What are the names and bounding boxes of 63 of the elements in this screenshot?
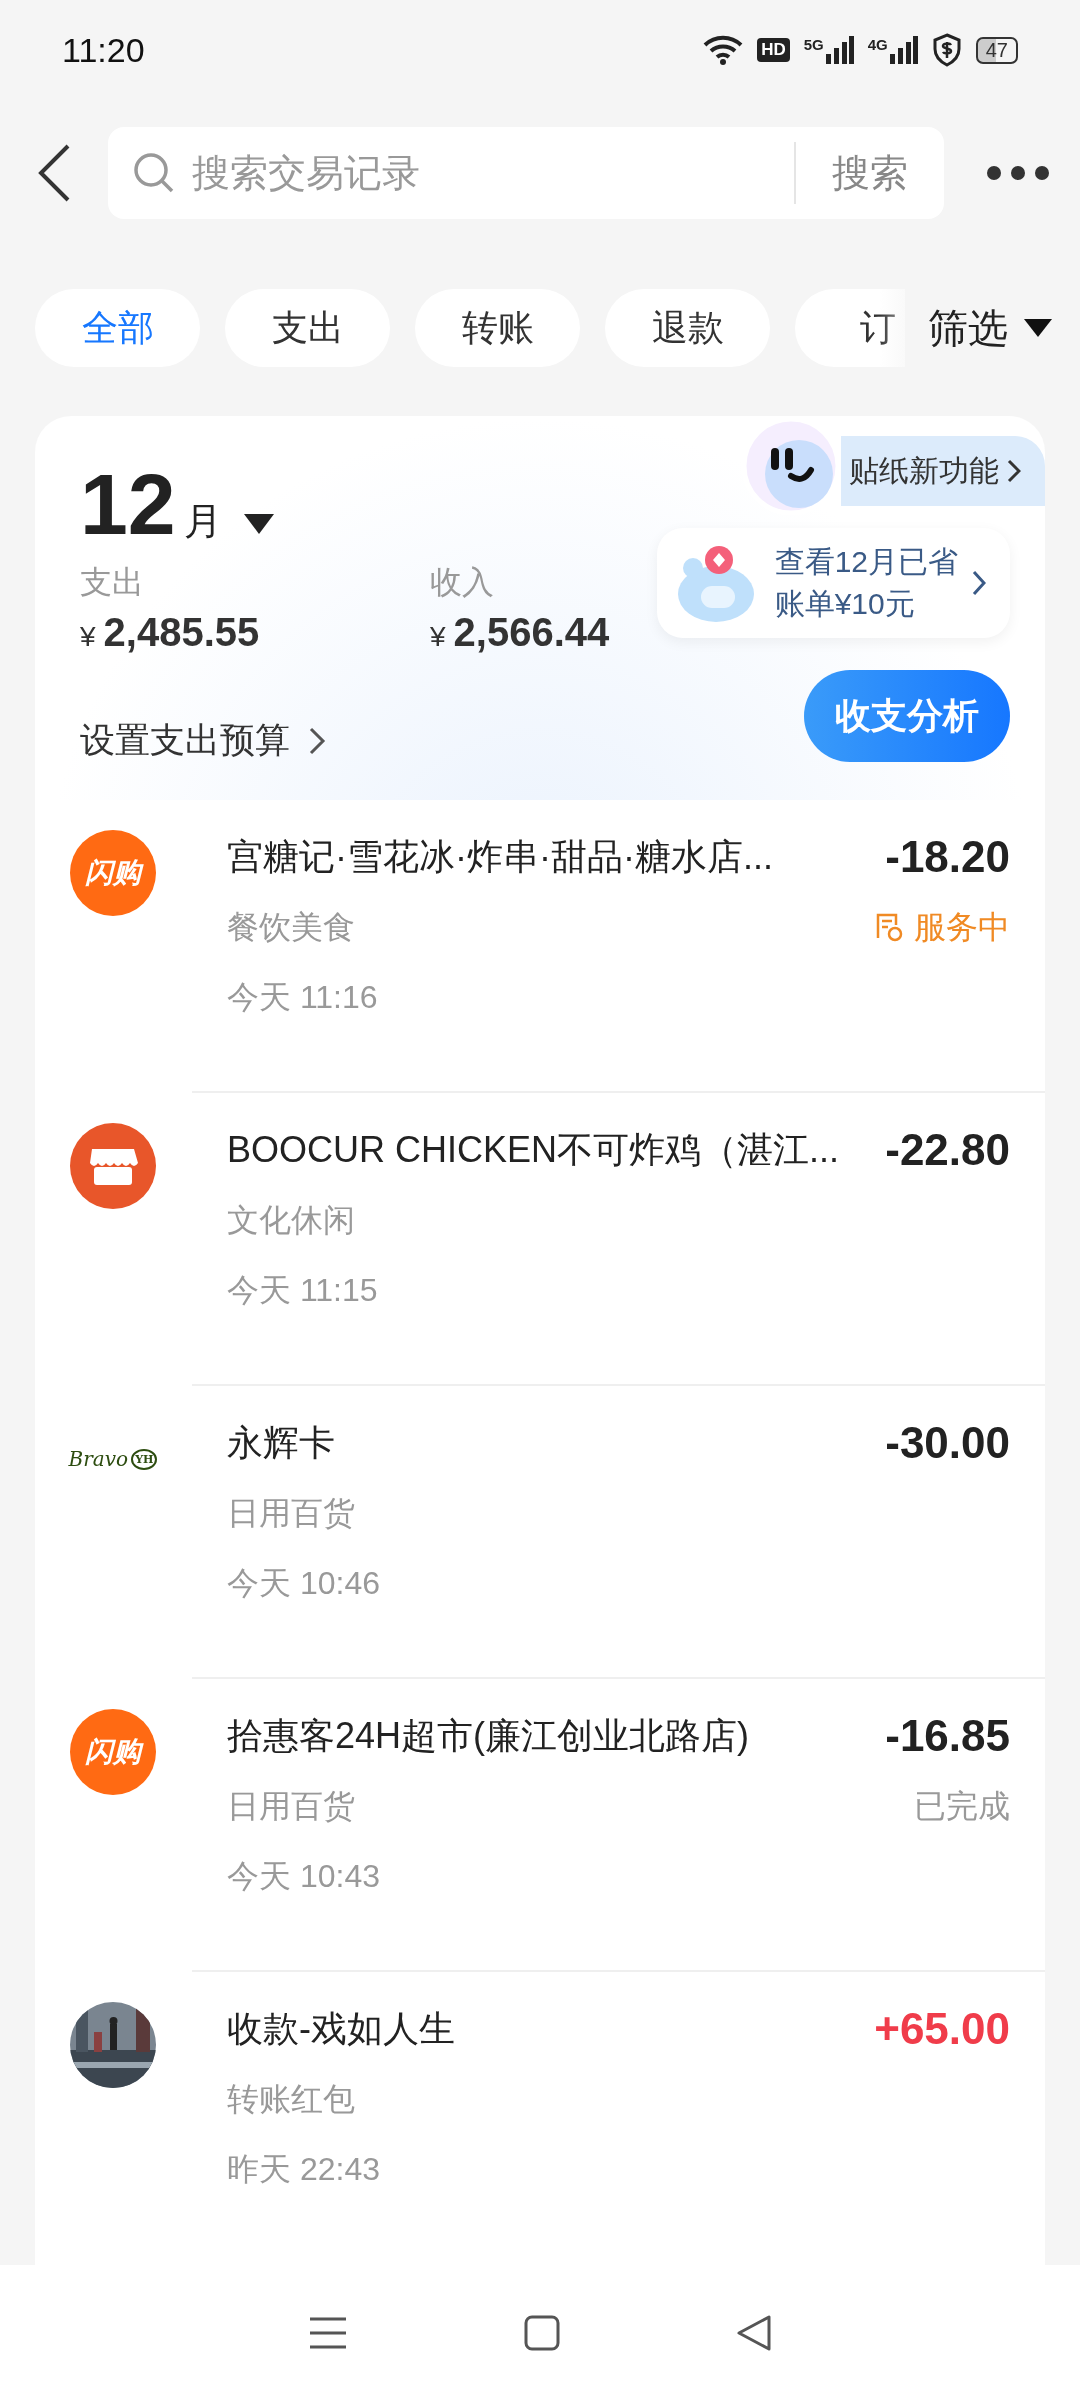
search-button[interactable]: 搜索	[794, 142, 944, 204]
transaction-time: 昨天 22:43	[227, 2150, 381, 2189]
filter-tab[interactable]: 支出	[225, 289, 390, 367]
chevron-icon	[1007, 459, 1021, 483]
transaction-title[interactable]: 宫糖记·雪花冰·炸串·甜品·糖水店...	[227, 822, 874, 892]
transaction-category: 文化休闲	[227, 1201, 356, 1240]
transaction-time: 今天 10:46	[227, 1564, 381, 1603]
shield-icon	[931, 33, 962, 67]
clock-time: 11:20	[62, 30, 146, 70]
transaction-title[interactable]: 拾惠客24H超市(廉江创业北路店)	[227, 1701, 886, 1771]
transaction-amount: -16.85	[885, 1710, 1010, 1762]
menu-icon[interactable]	[308, 2315, 348, 2350]
chevron-icon	[308, 725, 326, 756]
caret-icon[interactable]	[243, 514, 274, 534]
status-label: 服务中	[874, 892, 1010, 962]
chevron-icon	[972, 570, 986, 596]
transaction-time: 今天 11:16	[227, 978, 379, 1017]
transaction-time: 今天 10:43	[227, 1857, 381, 1896]
flash-buy-logo: 闪购	[70, 830, 156, 916]
back-icon[interactable]	[36, 143, 72, 203]
battery-icon: 47	[975, 36, 1018, 64]
more-icon[interactable]	[986, 165, 1050, 181]
analysis-button[interactable]: 收支分析	[804, 670, 1010, 762]
store-icon	[70, 1123, 156, 1209]
flash-buy-logo: 闪购	[70, 1709, 156, 1795]
transaction-category: 日用百货	[227, 1494, 356, 1533]
transaction-time: 今天 11:15	[227, 1271, 379, 1310]
search-field[interactable]: 搜索交易记录 搜索	[108, 127, 944, 219]
transaction-amount: -18.20	[885, 831, 1010, 883]
month-unit: 月	[183, 499, 222, 544]
expense-label: 支出	[80, 563, 145, 602]
filter-button[interactable]: 筛选	[928, 300, 1008, 356]
savings-tip-text: 查看12月已省	[774, 544, 958, 580]
income-total: ¥ 2,566.44	[430, 609, 610, 656]
transaction-category: 餐饮美食	[227, 908, 356, 947]
transaction-amount: -30.00	[885, 1417, 1010, 1469]
search-icon	[132, 151, 176, 195]
filter-tab[interactable]: 全部	[35, 289, 200, 367]
expense-total: ¥ 2,485.55	[80, 609, 261, 656]
filter-tab[interactable]: 退款	[605, 289, 770, 367]
bravo-logo: Bravo YH	[70, 1416, 156, 1502]
budget-link[interactable]: 设置支出预算	[80, 717, 290, 764]
month-label[interactable]: 12	[80, 456, 176, 552]
back-icon[interactable]	[736, 2313, 772, 2352]
transaction-category: 日用百货	[227, 1787, 356, 1826]
transaction-title[interactable]: BOOCUR CHICKEN不可炸鸡（湛江...	[227, 1115, 886, 1185]
receipt-clock-icon	[874, 912, 904, 942]
transaction-title[interactable]: 永辉卡	[227, 1408, 886, 1478]
income-label: 收入	[430, 563, 495, 602]
filter-tab[interactable]: 转账	[415, 289, 580, 367]
status-label: 已完成	[914, 1787, 1010, 1826]
home-icon[interactable]	[524, 2314, 560, 2351]
caret-icon	[1024, 319, 1052, 337]
hd-voice-icon: HD	[757, 38, 790, 62]
promo-tab[interactable]: 贴纸新功能	[841, 436, 1045, 506]
savings-tip-card[interactable]: 查看12月已省 账单¥10元	[656, 528, 1010, 638]
transaction-title[interactable]: 收款-戏如人生	[227, 1994, 875, 2064]
transaction-amount: -22.80	[885, 1124, 1010, 1176]
savings-tip-text: 账单¥10元	[774, 586, 916, 622]
transaction-category: 转账红包	[227, 2080, 356, 2119]
transaction-amount: +65.00	[874, 2003, 1010, 2055]
filter-tab[interactable]: 订	[795, 289, 905, 367]
wifi-icon	[703, 35, 744, 65]
